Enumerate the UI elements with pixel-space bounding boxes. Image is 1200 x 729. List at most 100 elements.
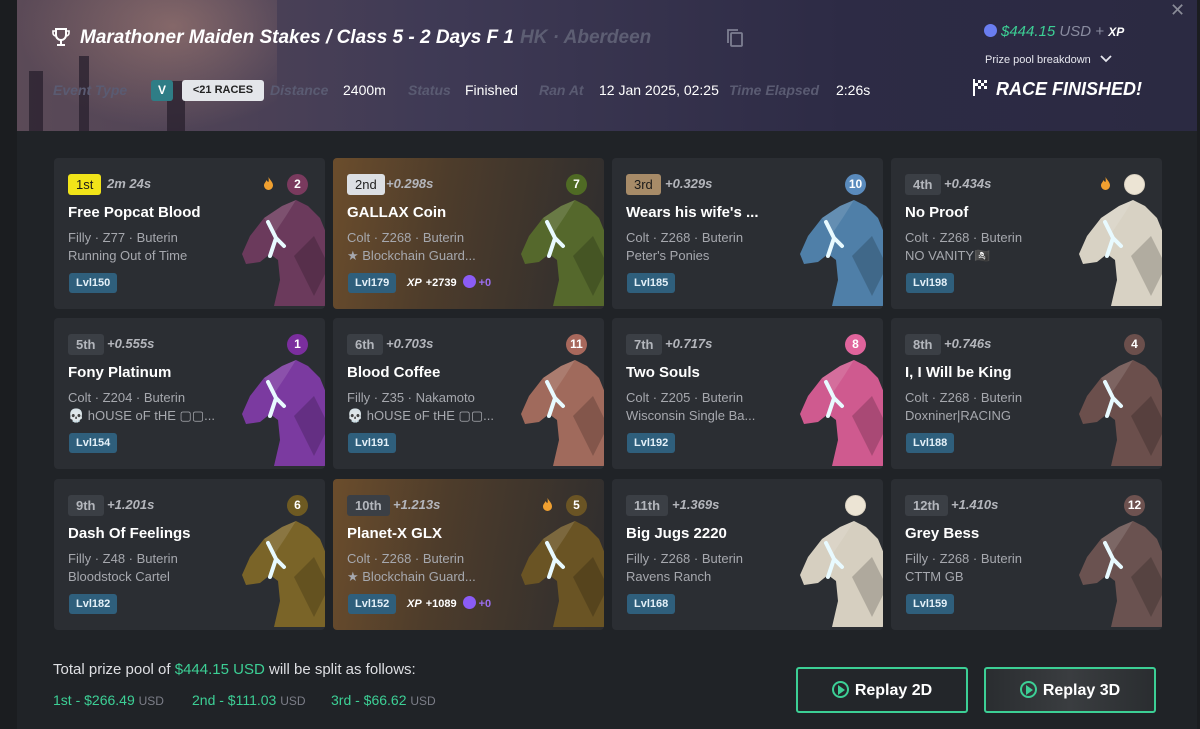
token-icon bbox=[462, 275, 476, 288]
split-first: 1st - $266.49 USD bbox=[53, 692, 164, 708]
horse-name: Dash Of Feelings bbox=[68, 525, 191, 542]
split-third: 3rd - $66.62 USD bbox=[331, 692, 436, 708]
result-card[interactable]: 7th +0.717s 8 Two Souls Colt · Z205 · Buteri… bbox=[612, 318, 883, 469]
horse-info: Colt · Z268 · Buterin bbox=[905, 390, 1023, 405]
stable-name: Ravens Ranch bbox=[626, 569, 712, 584]
horse-name: Blood Coffee bbox=[347, 364, 441, 381]
horse-name: GALLAX Coin bbox=[347, 204, 447, 221]
checkered-flag-icon bbox=[973, 79, 987, 96]
copy-icon[interactable] bbox=[726, 28, 744, 48]
result-card[interactable]: 5th +0.555s 1 Fony Platinum Colt · Z204 · Bu… bbox=[54, 318, 325, 469]
time-gap: +0.298s bbox=[386, 176, 434, 191]
horse-info: Filly · Z77 · Buterin bbox=[68, 230, 178, 245]
horse-avatar bbox=[800, 521, 883, 627]
stable-name: 💀 hOUSE oF tHE ▢▢... bbox=[347, 408, 494, 423]
saddle-number bbox=[1124, 174, 1145, 195]
result-card[interactable]: 3rd +0.329s 10 Wears his wife's ... Colt · Z… bbox=[612, 158, 883, 309]
horse-avatar bbox=[521, 521, 604, 627]
stable-name: NO VANITY🏴‍☠️ bbox=[905, 248, 991, 263]
horse-name: I, I Will be King bbox=[905, 364, 1012, 381]
horse-info: Colt · Z268 · Buterin bbox=[626, 230, 744, 245]
finish-position: 6th bbox=[347, 334, 383, 355]
stable-name: ★ Blockchain Guard... bbox=[347, 248, 476, 263]
level-badge: Lvl179 bbox=[348, 273, 397, 293]
saddle-number: 10 bbox=[845, 174, 866, 195]
stable-name: Wisconsin Single Ba... bbox=[626, 408, 756, 423]
finish-position: 8th bbox=[905, 334, 941, 355]
result-card[interactable]: 6th +0.703s 11 Blood Coffee Filly · Z35 · Na… bbox=[333, 318, 604, 469]
ran-at-value: 12 Jan 2025, 02:25 bbox=[599, 82, 719, 98]
saddle-number bbox=[845, 495, 866, 516]
level-badge: Lvl188 bbox=[906, 433, 955, 453]
stable-name: Doxniner|RACING bbox=[905, 408, 1011, 423]
trophy-icon bbox=[52, 28, 70, 46]
play-icon bbox=[1019, 681, 1037, 698]
finish-position: 5th bbox=[68, 334, 104, 355]
horse-avatar bbox=[521, 360, 604, 466]
stable-name: Peter's Ponies bbox=[626, 248, 710, 263]
horse-avatar bbox=[800, 200, 883, 306]
result-card[interactable]: 4th +0.434s No Proof Colt · Z268 · Buterin N… bbox=[891, 158, 1162, 309]
time-gap: +1.369s bbox=[672, 497, 720, 512]
result-card[interactable]: 9th +1.201s 6 Dash Of Feelings Filly · Z48 ·… bbox=[54, 479, 325, 630]
horse-info: Filly · Z268 · Buterin bbox=[626, 551, 744, 566]
time-elapsed-value: 2:26s bbox=[836, 82, 871, 98]
horse-info: Filly · Z268 · Buterin bbox=[905, 551, 1023, 566]
ran-at-label: Ran At bbox=[539, 82, 584, 98]
level-badge: Lvl150 bbox=[69, 273, 118, 293]
stable-name: Bloodstock Cartel bbox=[68, 569, 170, 584]
split-second: 2nd - $111.03 USD bbox=[192, 692, 306, 708]
level-badge: Lvl198 bbox=[906, 273, 955, 293]
finish-position: 12th bbox=[905, 495, 948, 516]
level-badge: Lvl191 bbox=[348, 433, 397, 453]
horse-avatar bbox=[1079, 360, 1162, 466]
stable-name: ★ Blockchain Guard... bbox=[347, 569, 476, 584]
horse-name: Fony Platinum bbox=[68, 364, 172, 381]
horse-name: Big Jugs 2220 bbox=[626, 525, 727, 542]
result-card[interactable]: 8th +0.746s 4 I, I Will be King Colt · Z268 … bbox=[891, 318, 1162, 469]
horse-avatar bbox=[242, 521, 325, 627]
horse-name: Two Souls bbox=[626, 364, 700, 381]
result-card[interactable]: 1st 2m 24s 2 Free Popcat Blood Filly · Z77 ·… bbox=[54, 158, 325, 309]
fire-icon bbox=[264, 177, 273, 190]
horse-name: Free Popcat Blood bbox=[68, 204, 201, 221]
horse-avatar bbox=[800, 360, 883, 466]
level-badge: Lvl182 bbox=[69, 594, 118, 614]
replay-2d-button[interactable]: Replay 2D bbox=[796, 667, 968, 713]
level-badge: Lvl185 bbox=[627, 273, 676, 293]
horse-name: Planet-X GLX bbox=[347, 525, 443, 542]
result-card[interactable]: 11th +1.369s Big Jugs 2220 Filly · Z268 · B… bbox=[612, 479, 883, 630]
finish-position: 9th bbox=[68, 495, 104, 516]
races-badge: <21 RACES bbox=[182, 80, 264, 101]
time-gap: +0.434s bbox=[944, 176, 992, 191]
result-card[interactable]: 12th +1.410s 12 Grey Bess Filly · Z268 · But… bbox=[891, 479, 1162, 630]
chevron-down-icon bbox=[1100, 55, 1112, 63]
time-elapsed-label: Time Elapsed bbox=[729, 82, 820, 98]
play-icon bbox=[831, 681, 849, 698]
distance-value: 2400m bbox=[343, 82, 386, 98]
stable-name: 💀 hOUSE oF tHE ▢▢... bbox=[68, 408, 215, 423]
time-gap: +1.213s bbox=[393, 497, 441, 512]
xp-reward: XP +2739 +0 bbox=[407, 275, 492, 289]
finish-position: 4th bbox=[905, 174, 941, 195]
time-gap: +0.746s bbox=[944, 336, 992, 351]
horse-info: Colt · Z268 · Buterin bbox=[905, 230, 1023, 245]
fire-icon bbox=[1101, 177, 1110, 190]
finish-position: 3rd bbox=[626, 174, 661, 195]
stable-name: Running Out of Time bbox=[68, 248, 188, 263]
horse-avatar bbox=[1079, 521, 1162, 627]
saddle-number: 11 bbox=[566, 334, 587, 355]
result-card[interactable]: 10th +1.213s 5 Planet-X GLX Colt · Z268 · Bu… bbox=[333, 479, 604, 630]
prize-breakdown-toggle[interactable]: Prize pool breakdown bbox=[985, 54, 1112, 66]
time-gap: +0.555s bbox=[107, 336, 155, 351]
replay-3d-button[interactable]: Replay 3D bbox=[984, 667, 1156, 713]
finish-position: 10th bbox=[347, 495, 390, 516]
level-badge: Lvl168 bbox=[627, 594, 676, 614]
horse-avatar bbox=[1079, 200, 1162, 306]
saddle-number: 6 bbox=[287, 495, 308, 516]
result-card[interactable]: 2nd +0.298s 7 GALLAX Coin Colt · Z268 · Bute… bbox=[333, 158, 604, 309]
race-finished-banner: RACE FINISHED! bbox=[972, 79, 1142, 100]
level-badge: Lvl154 bbox=[69, 433, 118, 453]
close-icon[interactable]: ✕ bbox=[1170, 0, 1185, 21]
horse-avatar bbox=[242, 200, 325, 306]
